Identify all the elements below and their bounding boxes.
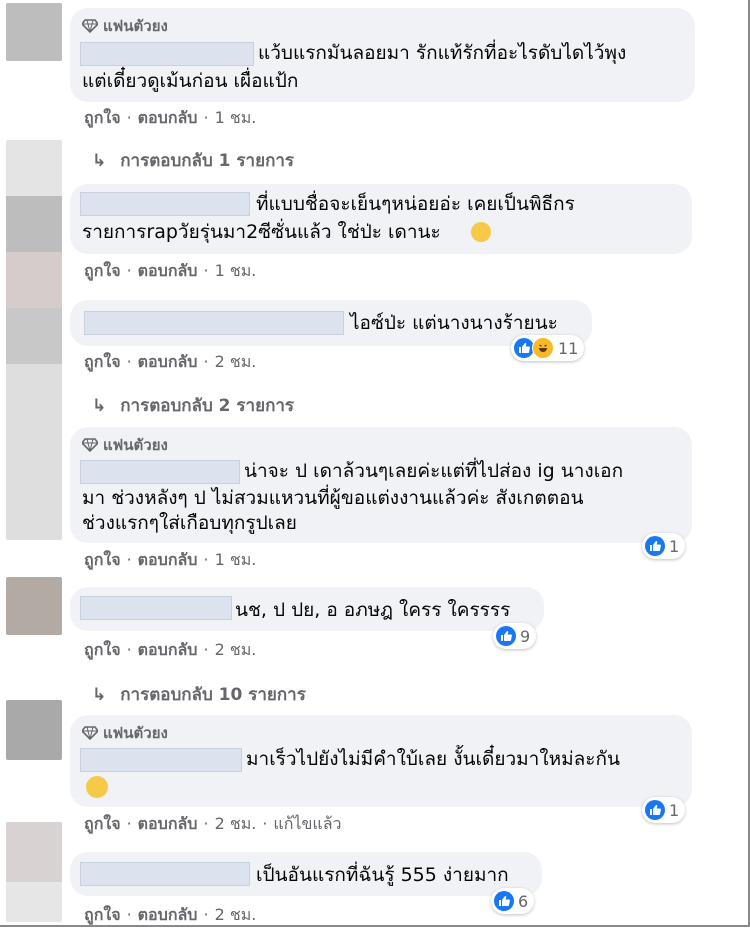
reply-link[interactable]: ตอบกลับ xyxy=(138,261,198,280)
reaction-count[interactable]: 11 xyxy=(511,335,585,361)
timestamp[interactable]: 2 ชม. xyxy=(215,640,257,659)
timestamp[interactable]: 2 ชม. xyxy=(215,814,257,833)
redacted-name xyxy=(80,192,250,216)
view-replies-label: การตอบกลับ 10 รายการ xyxy=(120,685,306,705)
reply-arrow-icon: ↳ xyxy=(92,395,107,416)
like-link[interactable]: ถูกใจ xyxy=(84,352,121,371)
redacted-name xyxy=(80,748,242,772)
reaction-count[interactable]: 1 xyxy=(642,533,686,559)
diamond-icon xyxy=(82,438,98,452)
view-replies-label: การตอบกลับ 2 รายการ xyxy=(120,396,295,416)
timestamp[interactable]: 2 ชม. xyxy=(215,352,257,371)
timestamp[interactable]: 1 ชม. xyxy=(215,550,257,569)
comment-actions: ถูกใจ · ตอบกลับ · 1 ชม. xyxy=(84,550,257,569)
redacted-name xyxy=(80,596,232,620)
comment-text: นช, ป ปย, อ อภษฎ ใครร ใครรรร xyxy=(235,599,511,621)
like-link[interactable]: ถูกใจ xyxy=(84,261,121,280)
laughing-emoji-icon xyxy=(86,776,108,798)
reply-link[interactable]: ตอบกลับ xyxy=(138,352,198,371)
reaction-number: 1 xyxy=(669,536,680,556)
comment-text: เป็นอันแรกที่ฉันรู้ 555 ง่ายมาก xyxy=(256,864,509,886)
reaction-number: 9 xyxy=(520,626,531,646)
comment-actions: ถูกใจ · ตอบกลับ · 2 ชม. xyxy=(84,352,257,371)
view-replies[interactable]: ↳ การตอบกลับ 1 รายการ xyxy=(92,147,294,174)
comment-actions: ถูกใจ · ตอบกลับ · 2 ชม. xyxy=(84,905,257,924)
avatar[interactable] xyxy=(6,577,62,635)
edited-label[interactable]: แก้ไขแล้ว xyxy=(273,814,341,833)
comment-text: ช่วงแรกๆใส่เกือบทุกรูปเลย xyxy=(82,512,297,534)
comment-actions: ถูกใจ · ตอบกลับ · 1 ชม. xyxy=(84,261,257,280)
comment-text: ไอซ์ป่ะ แต่นางนางร้ายนะ xyxy=(350,312,558,334)
fan-badge-label: แฟนตัวยง xyxy=(103,436,168,454)
fan-badge-label: แฟนตัวยง xyxy=(103,724,168,742)
like-reaction-icon xyxy=(496,626,516,646)
avatar[interactable] xyxy=(6,700,62,760)
like-reaction-icon xyxy=(645,800,665,820)
surprised-emoji-icon xyxy=(471,222,491,242)
redacted-name xyxy=(84,311,344,335)
fan-badge[interactable]: แฟนตัวยง xyxy=(82,721,168,745)
diamond-icon xyxy=(82,726,98,740)
like-link[interactable]: ถูกใจ xyxy=(84,640,121,659)
reply-arrow-icon: ↳ xyxy=(92,684,107,705)
reply-link[interactable]: ตอบกลับ xyxy=(138,905,198,924)
fan-badge-label: แฟนตัวยง xyxy=(103,17,168,35)
like-reaction-icon xyxy=(494,891,514,911)
like-reaction-icon xyxy=(645,536,665,556)
diamond-icon xyxy=(82,19,98,33)
fan-badge[interactable]: แฟนตัวยง xyxy=(82,433,168,457)
avatar[interactable] xyxy=(6,140,62,540)
reply-link[interactable]: ตอบกลับ xyxy=(138,640,198,659)
redacted-name xyxy=(80,460,240,484)
comment-text: มาเร็วไปยังไม่มีคำใบ้เลย งั้นเดี๋ยวมาใหม… xyxy=(246,748,620,770)
avatar[interactable] xyxy=(6,3,62,61)
comment-text: รายการrapวัยรุ่นมา2ซีซั่นแล้ว ใช่ป่ะ เดา… xyxy=(82,221,441,243)
reaction-number: 1 xyxy=(669,800,680,820)
view-replies[interactable]: ↳ การตอบกลับ 10 รายการ xyxy=(92,681,306,708)
timestamp[interactable]: 2 ชม. xyxy=(215,905,257,924)
like-link[interactable]: ถูกใจ xyxy=(84,108,121,127)
like-reaction-icon xyxy=(514,338,534,358)
reaction-count[interactable]: 9 xyxy=(493,623,537,649)
redacted-name xyxy=(80,42,254,66)
comment-actions: ถูกใจ · ตอบกลับ · 1 ชม. xyxy=(84,108,257,127)
comment-text: มา ช่วงหลังๆ ป ไม่สวมแหวนที่ผู้ขอแต่งงาน… xyxy=(82,487,584,509)
reply-link[interactable]: ตอบกลับ xyxy=(138,550,198,569)
comment-text: แว้บแรกมันลอยมา รักแท้รักที่อะไรดับไดไว้… xyxy=(258,42,627,64)
haha-reaction-icon xyxy=(532,337,554,359)
reply-link[interactable]: ตอบกลับ xyxy=(138,814,198,833)
comment-actions: ถูกใจ · ตอบกลับ · 2 ชม. xyxy=(84,640,257,659)
reaction-count[interactable]: 6 xyxy=(491,888,535,914)
redacted-name xyxy=(80,862,250,886)
fan-badge[interactable]: แฟนตัวยง xyxy=(82,14,168,38)
reply-link[interactable]: ตอบกลับ xyxy=(138,108,198,127)
comment-text: ที่แบบชื่อจะเย็นๆหน่อยอ่ะ เคยเป็นพิธีกร xyxy=(256,193,575,215)
comment-text: น่าจะ ป เดาล้วนๆเลยค่ะแต่ที่ไปส่อง ig นา… xyxy=(244,460,624,482)
timestamp[interactable]: 1 ชม. xyxy=(215,108,257,127)
avatar[interactable] xyxy=(6,822,62,922)
reaction-number: 6 xyxy=(518,891,529,911)
timestamp[interactable]: 1 ชม. xyxy=(215,261,257,280)
view-replies[interactable]: ↳ การตอบกลับ 2 รายการ xyxy=(92,392,294,419)
reaction-count[interactable]: 1 xyxy=(642,797,686,823)
comment-text: แต่เดี๋ยวดูเม้นก่อน เผื่อแป้ก xyxy=(82,70,299,92)
comment-actions: ถูกใจ · ตอบกลับ · 2 ชม. · แก้ไขแล้ว xyxy=(84,814,342,833)
reply-arrow-icon: ↳ xyxy=(92,150,107,171)
like-link[interactable]: ถูกใจ xyxy=(84,905,121,924)
like-link[interactable]: ถูกใจ xyxy=(84,550,121,569)
like-link[interactable]: ถูกใจ xyxy=(84,814,121,833)
reaction-number: 11 xyxy=(558,338,579,358)
view-replies-label: การตอบกลับ 1 รายการ xyxy=(120,151,295,171)
